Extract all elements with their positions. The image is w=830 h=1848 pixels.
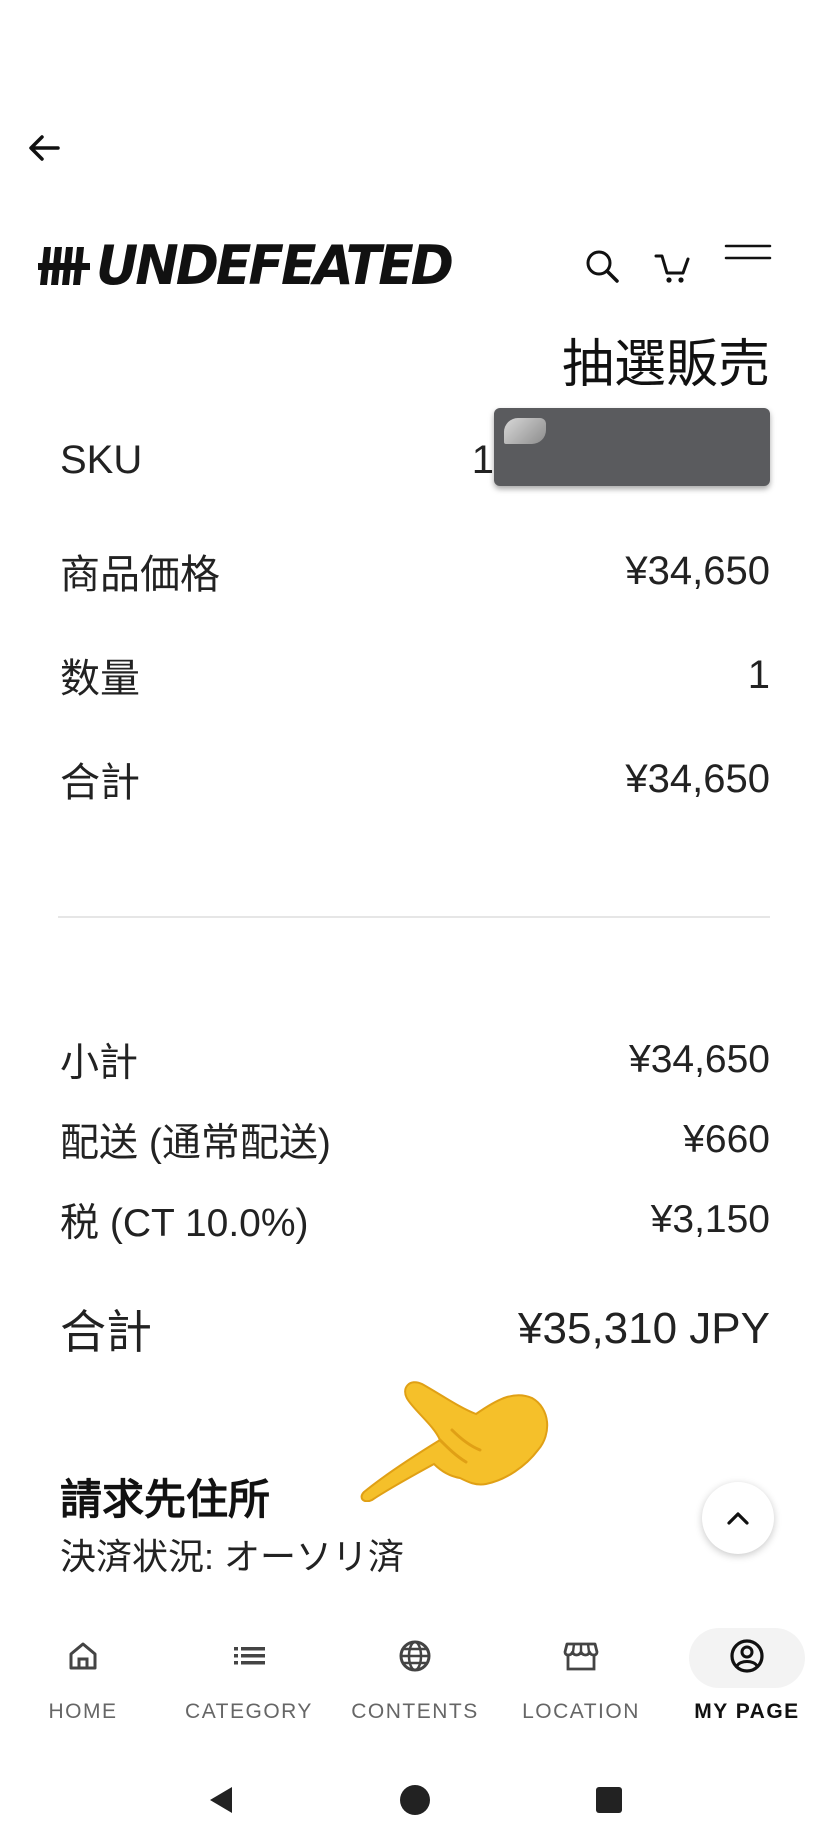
detail-value: ¥34,650 bbox=[625, 548, 770, 593]
summary-value: ¥34,650 bbox=[629, 1038, 770, 1081]
system-recents-icon[interactable] bbox=[592, 1783, 626, 1817]
detail-value: 1 bbox=[747, 652, 770, 697]
nav-label: MY PAGE bbox=[694, 1700, 800, 1723]
system-home-icon[interactable] bbox=[398, 1783, 432, 1817]
detail-label: 合計 bbox=[60, 761, 140, 805]
detail-label: 商品価格 bbox=[60, 553, 220, 597]
grand-total-row: 合計 ¥35,310 JPY bbox=[60, 1296, 770, 1362]
nav-item-category[interactable]: CATEGORY bbox=[166, 1614, 332, 1734]
summary-label: 税 (CT 10.0%) bbox=[60, 1202, 309, 1245]
detail-row-price: 商品価格 ¥34,650 bbox=[60, 542, 770, 600]
detail-value: 1 bbox=[472, 408, 770, 486]
detail-row-total: 合計 ¥34,650 bbox=[60, 750, 770, 808]
billing-address-heading: 請求先住所 bbox=[60, 1476, 271, 1523]
brand-logo[interactable]: UNDEFEATED bbox=[36, 234, 454, 298]
nav-item-contents[interactable]: CONTENTS bbox=[332, 1614, 498, 1734]
store-icon bbox=[563, 1642, 599, 1671]
grand-total-value: ¥35,310 JPY bbox=[518, 1304, 770, 1353]
detail-value: ¥34,650 bbox=[625, 756, 770, 801]
home-icon bbox=[69, 1642, 97, 1670]
nav-item-location[interactable]: LOCATION bbox=[498, 1614, 664, 1734]
globe-icon bbox=[399, 1640, 431, 1672]
payment-status-text: 決済状況: オーソリ済 bbox=[60, 1536, 405, 1577]
redaction-block bbox=[494, 408, 770, 486]
menu-icon[interactable] bbox=[722, 236, 774, 280]
summary-label: 小計 bbox=[60, 1042, 139, 1085]
search-icon[interactable] bbox=[580, 244, 624, 288]
detail-row-sku: SKU 1 bbox=[60, 408, 770, 486]
page-title: 抽選販売 bbox=[561, 336, 770, 394]
detail-row-quantity: 数量 1 bbox=[60, 646, 770, 704]
summary-value: ¥660 bbox=[683, 1118, 770, 1161]
detail-label: SKU bbox=[60, 438, 143, 482]
brand-logo-text: UNDEFEATED bbox=[96, 234, 454, 298]
nav-label: LOCATION bbox=[522, 1700, 640, 1723]
cart-icon[interactable] bbox=[652, 244, 696, 288]
summary-row-shipping: 配送 (通常配送) ¥660 bbox=[60, 1112, 770, 1168]
system-back-icon[interactable] bbox=[204, 1783, 238, 1817]
bottom-navigation: HOME CATEGORY CONTENTS LOCATION MY PAGE bbox=[0, 1614, 830, 1734]
system-navigation-bar bbox=[0, 1770, 830, 1830]
nav-label: HOME bbox=[48, 1700, 118, 1723]
nav-item-home[interactable]: HOME bbox=[0, 1614, 166, 1734]
grand-total-label: 合計 bbox=[60, 1306, 152, 1358]
detail-label: 数量 bbox=[60, 657, 140, 701]
user-circle-icon bbox=[730, 1639, 764, 1673]
scroll-to-top-button[interactable] bbox=[702, 1482, 774, 1554]
summary-label: 配送 (通常配送) bbox=[60, 1122, 331, 1165]
back-arrow-icon[interactable] bbox=[24, 128, 64, 168]
chevron-up-icon bbox=[727, 1512, 749, 1525]
summary-row-subtotal: 小計 ¥34,650 bbox=[60, 1032, 770, 1088]
nav-label: CONTENTS bbox=[351, 1700, 479, 1723]
list-icon bbox=[234, 1647, 265, 1665]
pointing-hand-icon bbox=[360, 1381, 549, 1502]
nav-label: CATEGORY bbox=[185, 1700, 313, 1723]
undefeated-strikes-icon bbox=[38, 247, 90, 285]
summary-row-tax: 税 (CT 10.0%) ¥3,150 bbox=[60, 1192, 770, 1248]
summary-value: ¥3,150 bbox=[650, 1198, 770, 1241]
nav-item-my-page[interactable]: MY PAGE bbox=[664, 1614, 830, 1734]
section-divider bbox=[58, 916, 770, 918]
